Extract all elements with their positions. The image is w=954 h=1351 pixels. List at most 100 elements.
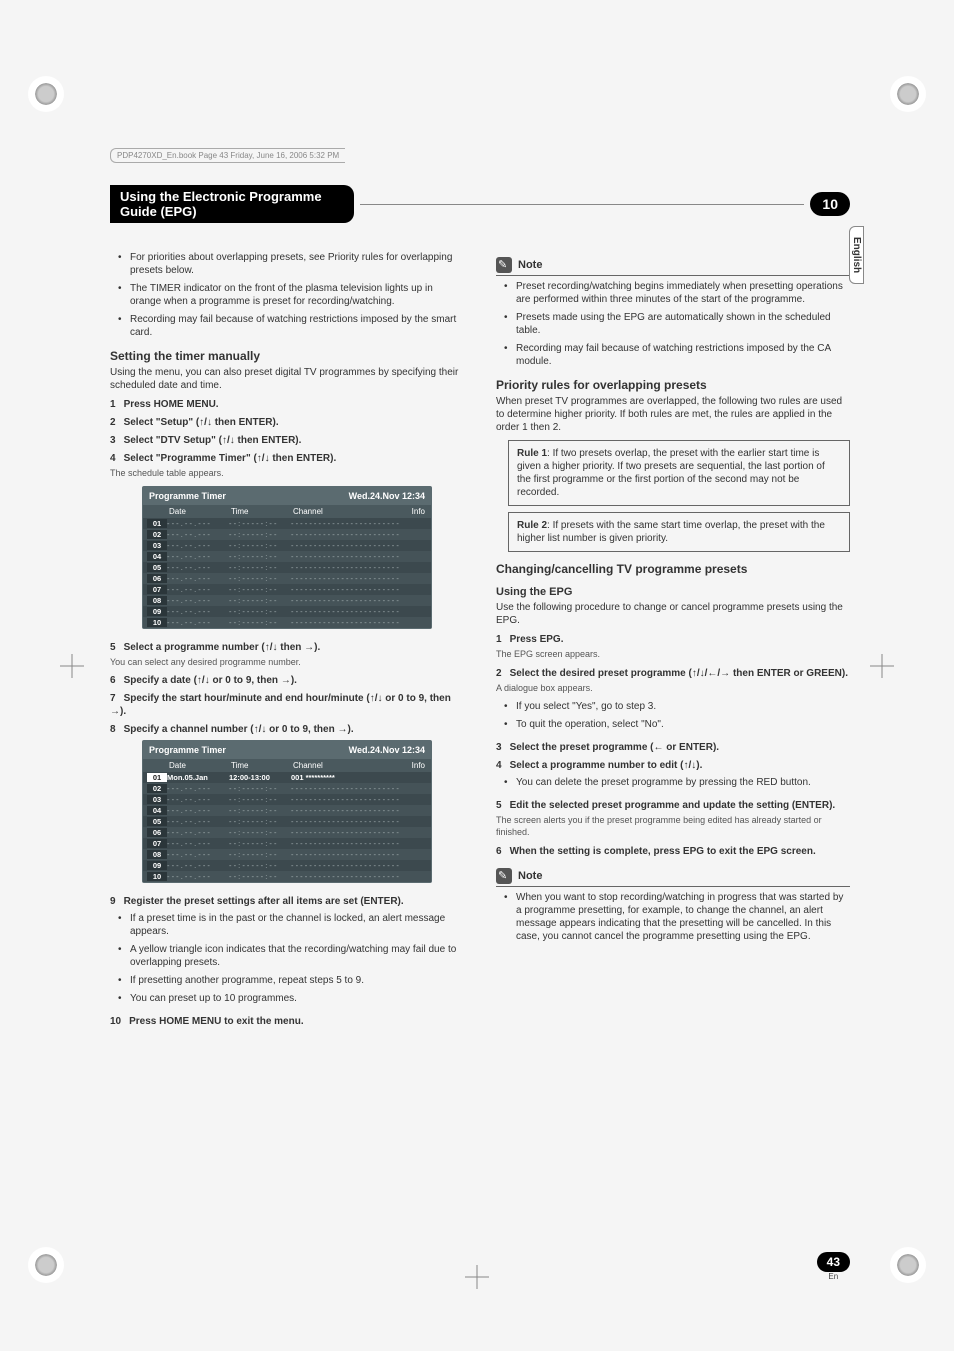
note-1-bullets: Preset recording/watching begins immedia… <box>496 280 850 368</box>
table-row: 03- - - . - - . - - -- - : - - - - - : -… <box>143 794 431 805</box>
page-number-value: 43 <box>817 1252 850 1272</box>
table-row: 04- - - . - - . - - -- - : - - - - - : -… <box>143 805 431 816</box>
bullet: Recording may fail because of watching r… <box>122 313 464 339</box>
note-header: Note <box>496 257 850 276</box>
table-row: 06- - - . - - . - - -- - : - - - - - : -… <box>143 573 431 584</box>
chapter-title: Using the Electronic Programme Guide (EP… <box>110 185 354 223</box>
step-9: 9Register the preset settings after all … <box>110 895 464 908</box>
table-row: 07- - - . - - . - - -- - : - - - - - : -… <box>143 584 431 595</box>
step-3: 3Select "DTV Setup" (↑/↓ then ENTER). <box>110 434 464 447</box>
r-step-1-sub: The EPG screen appears. <box>496 649 850 661</box>
book-header: PDP4270XD_En.book Page 43 Friday, June 1… <box>110 148 345 163</box>
r-step-5: 5Edit the selected preset programme and … <box>496 799 850 812</box>
r-step-5-sub: The screen alerts you if the preset prog… <box>496 815 850 838</box>
bullet: Preset recording/watching begins immedia… <box>508 280 850 306</box>
table-row: 05- - - . - - . - - -- - : - - - - - : -… <box>143 816 431 827</box>
print-mark-tl <box>28 76 64 112</box>
table-row: 08- - - . - - . - - -- - : - - - - - : -… <box>143 595 431 606</box>
crosshair-bottom <box>465 1265 489 1289</box>
print-mark-bl <box>28 1247 64 1283</box>
bullet: Presets made using the EPG are automatic… <box>508 311 850 337</box>
table-row: 09- - - . - - . - - -- - : - - - - - : -… <box>143 860 431 871</box>
print-mark-br <box>890 1247 926 1283</box>
table-row: 03- - - . - - . - - -- - : - - - - - : -… <box>143 540 431 551</box>
chapter-bar: Using the Electronic Programme Guide (EP… <box>110 185 850 223</box>
bullet: If you select "Yes", go to step 3. <box>508 700 850 713</box>
bullet: Recording may fail because of watching r… <box>508 342 850 368</box>
table-row: 05- - - . - - . - - -- - : - - - - - : -… <box>143 562 431 573</box>
note-icon <box>496 868 512 884</box>
step-4: 4Select "Programme Timer" (↑/↓ then ENTE… <box>110 452 464 465</box>
table-row: 10- - - . - - . - - -- - : - - - - - : -… <box>143 871 431 882</box>
bullet: When you want to stop recording/watching… <box>508 891 850 943</box>
bullet: For priorities about overlapping presets… <box>122 251 464 277</box>
bullet: To quit the operation, select "No". <box>508 718 850 731</box>
step-9-bullets: If a preset time is in the past or the c… <box>110 912 464 1005</box>
table-row: 08- - - . - - . - - -- - : - - - - - : -… <box>143 849 431 860</box>
note-header-2: Note <box>496 868 850 887</box>
page-number: 43 En <box>817 1252 850 1281</box>
crosshair-right <box>870 654 894 678</box>
r-step-2-bullets: If you select "Yes", go to step 3. To qu… <box>496 700 850 731</box>
page-number-lang: En <box>817 1272 850 1281</box>
intro-bullets: For priorities about overlapping presets… <box>110 251 464 339</box>
table-row: 02- - - . - - . - - -- - : - - - - - : -… <box>143 529 431 540</box>
bullet: The TIMER indicator on the front of the … <box>122 282 464 308</box>
print-mark-tr <box>890 76 926 112</box>
page-content: PDP4270XD_En.book Page 43 Friday, June 1… <box>110 148 850 1031</box>
table-row: 01- - - . - - . - - -- - : - - - - - : -… <box>143 518 431 529</box>
step-8: 8Specify a channel number (↑/↓ or 0 to 9… <box>110 723 464 736</box>
programme-timer-table-1: Programme Timer Wed.24.Nov 12:34 Date Ti… <box>142 486 432 629</box>
table-row: 07- - - . - - . - - -- - : - - - - - : -… <box>143 838 431 849</box>
para: Using the menu, you can also preset digi… <box>110 366 464 392</box>
bullet: You can preset up to 10 programmes. <box>122 992 464 1005</box>
para: Use the following procedure to change or… <box>496 601 850 627</box>
step-6: 6Specify a date (↑/↓ or 0 to 9, then →). <box>110 674 464 687</box>
bullet: A yellow triangle icon indicates that th… <box>122 943 464 969</box>
table-row: 10- - - . - - . - - -- - : - - - - - : -… <box>143 617 431 628</box>
bullet: You can delete the preset programme by p… <box>508 776 850 789</box>
table-row: 09- - - . - - . - - -- - : - - - - - : -… <box>143 606 431 617</box>
right-column: Note Preset recording/watching begins im… <box>496 247 850 1031</box>
table-row: 04- - - . - - . - - -- - : - - - - - : -… <box>143 551 431 562</box>
programme-timer-table-2: Programme Timer Wed.24.Nov 12:34 Date Ti… <box>142 740 432 883</box>
heading-changing: Changing/cancelling TV programme presets <box>496 562 850 576</box>
crosshair-left <box>60 654 84 678</box>
step-5: 5Select a programme number (↑/↓ then →). <box>110 641 464 654</box>
table-row: 01Mon.05.Jan12:00-13:00001 ********** <box>143 772 431 783</box>
r-step-1: 1Press EPG. <box>496 633 850 646</box>
table-clock: Wed.24.Nov 12:34 <box>349 491 425 501</box>
left-column: For priorities about overlapping presets… <box>110 247 464 1031</box>
heading-priority: Priority rules for overlapping presets <box>496 378 850 392</box>
table-title: Programme Timer <box>149 491 349 501</box>
language-tab: English <box>849 226 864 284</box>
step-7: 7Specify the start hour/minute and end h… <box>110 692 464 718</box>
rule-1-box: Rule 1: If two presets overlap, the pres… <box>508 440 850 506</box>
table-row: 02- - - . - - . - - -- - : - - - - - : -… <box>143 783 431 794</box>
bullet: If presetting another programme, repeat … <box>122 974 464 987</box>
heading-using-epg: Using the EPG <box>496 586 850 598</box>
r-step-2: 2Select the desired preset programme (↑/… <box>496 667 850 680</box>
note-label: Note <box>518 259 542 271</box>
table-header: Date Time Channel Info <box>143 505 431 518</box>
r-step-6: 6When the setting is complete, press EPG… <box>496 845 850 858</box>
chapter-number: 10 <box>810 192 850 216</box>
r-step-2-sub: A dialogue box appears. <box>496 683 850 695</box>
table-row: 06- - - . - - . - - -- - : - - - - - : -… <box>143 827 431 838</box>
step-4-sub: The schedule table appears. <box>110 468 464 480</box>
note-label: Note <box>518 870 542 882</box>
r-step-4: 4Select a programme number to edit (↑/↓)… <box>496 759 850 772</box>
r-step-3: 3Select the preset programme (← or ENTER… <box>496 741 850 754</box>
chapter-line <box>360 204 804 205</box>
step-2: 2Select "Setup" (↑/↓ then ENTER). <box>110 416 464 429</box>
r-step-4-bullet: You can delete the preset programme by p… <box>496 776 850 789</box>
note-icon <box>496 257 512 273</box>
bullet: If a preset time is in the past or the c… <box>122 912 464 938</box>
step-1: 1Press HOME MENU. <box>110 398 464 411</box>
note-2-bullets: When you want to stop recording/watching… <box>496 891 850 943</box>
rule-2-box: Rule 2: If presets with the same start t… <box>508 512 850 552</box>
step-5-sub: You can select any desired programme num… <box>110 657 464 669</box>
para: When preset TV programmes are overlapped… <box>496 395 850 434</box>
step-10: 10Press HOME MENU to exit the menu. <box>110 1015 464 1028</box>
heading-setting-timer: Setting the timer manually <box>110 349 464 363</box>
